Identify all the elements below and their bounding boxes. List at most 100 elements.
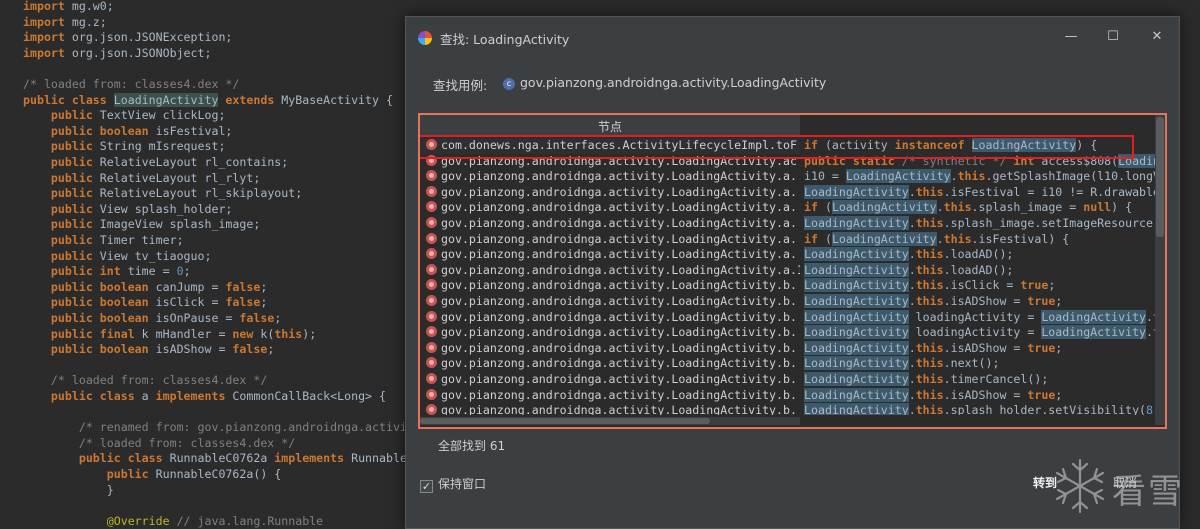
usage-node-row[interactable]: gov.pianzong.androidnga.activity.Loading… (420, 263, 800, 279)
code-token: k( (253, 326, 275, 341)
method-icon (426, 263, 437, 275)
code-token: ; (267, 342, 275, 357)
code-line: } (23, 483, 114, 499)
close-button[interactable]: ✕ (1147, 27, 1167, 47)
code-token: this (943, 231, 972, 246)
code-token: ( (817, 231, 832, 246)
usage-node-row[interactable]: gov.pianzong.androidnga.activity.Loading… (420, 388, 800, 404)
code-token: public (50, 108, 93, 123)
code-token: ; (1055, 294, 1063, 308)
code-token: View splash_holder; (92, 201, 233, 216)
code-token: MyBaseActivity { (281, 92, 393, 107)
method-icon (426, 357, 437, 369)
usage-node-row[interactable]: gov.pianzong.androidnga.activity.Loading… (420, 169, 800, 185)
code-token: false (225, 279, 261, 294)
usage-code-preview[interactable]: if (activity instanceof LoadingActivity)… (800, 135, 1155, 415)
method-icon (426, 404, 437, 415)
usage-code-line: LoadingActivity loadingActivity = Loadin… (804, 309, 1155, 326)
usage-node-label: gov.pianzong.androidnga.activity.Loading… (441, 356, 797, 371)
usage-node-label: gov.pianzong.androidnga.activity.Loading… (441, 278, 797, 293)
method-icon (426, 295, 437, 306)
usage-node-row[interactable]: gov.pianzong.androidnga.activity.Loading… (420, 200, 800, 216)
code-token: public boolean (50, 311, 149, 325)
method-icon (426, 248, 437, 260)
code-token: Timer timer; (92, 233, 184, 247)
usage-node-label: gov.pianzong.androidnga.activity.Loading… (441, 372, 797, 386)
usage-node-list[interactable]: com.donews.nga.interfaces.ActivityLifecy… (420, 135, 800, 415)
code-token: @Override (106, 513, 170, 528)
code-token: import (23, 14, 65, 29)
usage-node-row[interactable]: gov.pianzong.androidnga.activity.Loading… (420, 232, 800, 248)
cancel-button[interactable]: 取消 (1089, 471, 1161, 495)
code-line: /* loaded from: classes4.dex */ (23, 436, 295, 452)
code-line: public class RunnableC0762a implements R… (23, 451, 407, 467)
usage-node-row[interactable]: gov.pianzong.androidnga.activity.Loading… (420, 356, 800, 372)
code-token: if (804, 231, 818, 246)
code-token: LoadingActivity (113, 92, 219, 107)
code-token: } (23, 482, 114, 497)
usage-code-line: LoadingActivity.this.isADShow = true; (804, 340, 1062, 357)
code-line: import org.json.JSONObject; (23, 46, 211, 62)
usage-node-label: gov.pianzong.androidnga.activity.Loading… (441, 387, 797, 402)
usage-node-row[interactable]: gov.pianzong.androidnga.activity.Loading… (420, 294, 800, 310)
code-token: ( (817, 200, 832, 215)
code-token: // java.lang.Runnable (169, 513, 324, 528)
code-token: LoadingActivity (831, 200, 937, 215)
usage-node-label: gov.pianzong.androidnga.activity.Loading… (441, 231, 797, 246)
code-token: LoadingActivity (804, 372, 909, 386)
code-token: true (1027, 387, 1056, 402)
usage-node-row[interactable]: gov.pianzong.androidnga.activity.Loading… (420, 278, 800, 294)
code-line: public boolean canJump = false; (23, 280, 267, 296)
vertical-scrollbar-thumb[interactable] (1156, 117, 1164, 237)
vertical-scrollbar[interactable] (1155, 115, 1165, 425)
keep-window-label: 保持窗口 (438, 477, 487, 491)
code-token: this (915, 356, 944, 371)
code-token: .getSplashImage(l10.longVa (985, 169, 1156, 184)
code-token: LoadingActivity (1041, 309, 1147, 324)
usage-node-row[interactable]: gov.pianzong.androidnga.activity.Loading… (420, 325, 800, 341)
code-token: . (908, 294, 916, 308)
dialog-titlebar[interactable]: 查找: LoadingActivity — ☐ ✕ (406, 17, 1179, 57)
code-token: RunnableC0762a (162, 451, 275, 466)
code-token: public class (50, 389, 135, 403)
usage-node-row[interactable]: gov.pianzong.androidnga.activity.Loading… (420, 403, 800, 415)
usage-node-row[interactable]: gov.pianzong.androidnga.activity.Loading… (420, 216, 800, 232)
usage-node-row[interactable]: gov.pianzong.androidnga.activity.Loading… (420, 247, 800, 263)
maximize-button[interactable]: ☐ (1103, 27, 1123, 47)
code-token: a (134, 389, 156, 403)
horizontal-scrollbar[interactable] (420, 417, 800, 425)
found-count: 全部找到 61 (438, 439, 506, 453)
node-column-header[interactable]: 节点 (420, 115, 800, 135)
method-icon (426, 310, 437, 322)
code-line: /* renamed from: gov.pianzong.androidnga… (23, 420, 414, 436)
code-token: /* renamed from: gov.pianzong.androidnga… (78, 420, 414, 435)
keep-window-checkbox[interactable]: ✓ (420, 480, 433, 493)
keep-window-option[interactable]: ✓ 保持窗口 (420, 475, 486, 493)
code-token: this (915, 403, 944, 415)
code-token: this (274, 326, 303, 341)
usage-node-row[interactable]: gov.pianzong.androidnga.activity.Loading… (420, 341, 800, 357)
horizontal-scrollbar-thumb[interactable] (420, 418, 710, 424)
code-token: 0 (176, 264, 184, 279)
code-token: this (915, 294, 944, 308)
minimize-button[interactable]: — (1061, 27, 1081, 47)
method-icon (426, 201, 437, 213)
code-token: this (915, 340, 944, 355)
code-token: TextView clickLog; (92, 108, 226, 123)
method-icon (426, 217, 437, 228)
code-token: public (50, 201, 93, 216)
goto-button[interactable]: 转到 (1009, 471, 1081, 495)
usage-node-row[interactable]: gov.pianzong.androidnga.activity.Loading… (420, 310, 800, 326)
code-token: ); (302, 326, 317, 341)
usage-node-row[interactable]: gov.pianzong.androidnga.activity.Loading… (420, 185, 800, 201)
usage-code-line: LoadingActivity.this.loadAD(); (804, 262, 1013, 279)
usage-node-row[interactable]: gov.pianzong.androidnga.activity.Loading… (420, 372, 800, 388)
code-token: this (915, 372, 944, 386)
code-token: public class (23, 92, 114, 107)
node-column-header-label: 节点 (598, 120, 623, 134)
